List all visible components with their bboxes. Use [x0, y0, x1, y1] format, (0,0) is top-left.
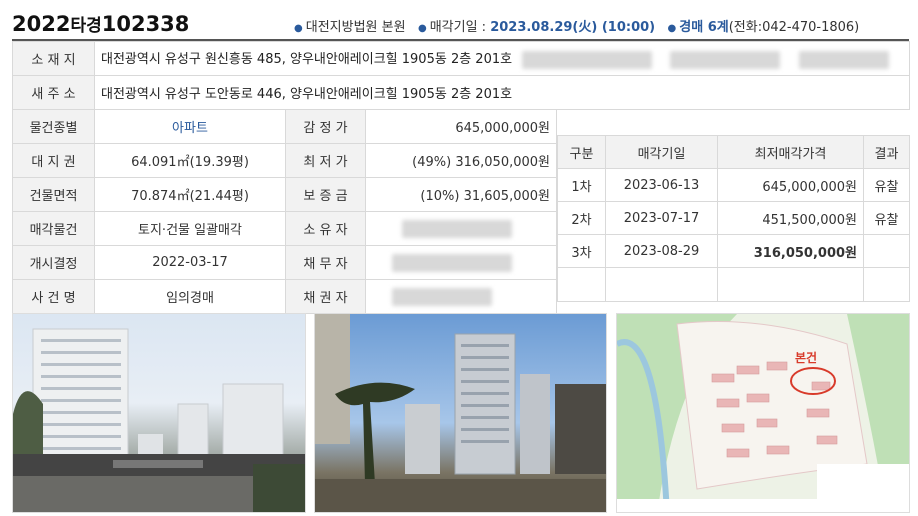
history-row: 2차 2023-07-17 451,500,000원 유찰: [557, 201, 910, 235]
apartment-photo-1-image: [13, 328, 305, 512]
case-year: 2022: [12, 12, 71, 36]
location-value: 대전광역시 유성구 원신흥동 485, 양우내안애레이크힐 1905동 2층 2…: [101, 52, 513, 68]
location-map-image: 본건: [617, 314, 909, 512]
history-price: 645,000,000원: [717, 168, 864, 202]
map-marker-label: 본건: [795, 350, 817, 365]
photo-gallery: 본건: [12, 313, 910, 513]
history-header-result: 결과: [863, 135, 910, 169]
history-price: 451,500,000원: [717, 201, 864, 235]
start-value: 2022-03-17: [94, 245, 286, 280]
case-info: ● 대전지방법원 본원 ● 매각기일 : 2023.08.29(火) (10:00)…: [294, 16, 859, 35]
location-row: 대전광역시 유성구 원신흥동 485, 양우내안애레이크힐 1905동 2층 2…: [93, 41, 911, 76]
history-result: 유찰: [863, 201, 910, 235]
history-header-round: 구분: [557, 135, 606, 169]
sale-history-table: 구분 매각기일 최저매각가격 결과 1차 2023-06-13 645,000,…: [557, 135, 910, 302]
dept-phone: (전화:042-470-1806): [728, 20, 860, 35]
apartment-photo-1[interactable]: [12, 313, 306, 513]
min-price-label: 최 저 가: [285, 143, 366, 178]
sale-date-label: 매각기일 :: [429, 20, 491, 35]
history-date: 2023-07-17: [605, 201, 718, 235]
history-row-current: 3차 2023-08-29 316,050,000원: [557, 234, 910, 268]
history-row: 1차 2023-06-13 645,000,000원 유찰: [557, 168, 910, 202]
location-map[interactable]: 본건: [616, 313, 910, 513]
type-label: 물건종별: [12, 109, 95, 144]
building-value: 70.874㎡(21.44평): [94, 177, 286, 212]
redacted-block: [402, 219, 512, 238]
auction-dept: 경매 6계: [679, 20, 729, 35]
debtor-label: 채 무 자: [285, 245, 366, 280]
owner-value: [365, 211, 557, 246]
history-header-price: 최저매각가격: [717, 135, 864, 169]
creditor-label: 채 권 자: [285, 279, 366, 314]
redacted-block: [392, 287, 492, 306]
sale-item-label: 매각물건: [12, 211, 95, 246]
appraisal-label: 감 정 가: [285, 109, 366, 144]
history-empty-cell: [605, 267, 718, 302]
new-address-value: 대전광역시 유성구 도안동로 446, 양우내안애레이크힐 1905동 2층 2…: [93, 75, 911, 110]
history-empty-cell: [717, 267, 864, 302]
building-label: 건물면적: [12, 177, 95, 212]
redacted-block: [522, 50, 653, 69]
history-header-date: 매각기일: [605, 135, 718, 169]
new-address-label: 새 주 소: [12, 75, 95, 110]
land-value: 64.091㎡(19.39평): [94, 143, 286, 178]
land-label: 대 지 권: [12, 143, 95, 178]
deposit-label: 보 증 금: [285, 177, 366, 212]
apartment-photo-2-image: [315, 314, 606, 512]
court-name: 대전지방법원 본원: [305, 20, 406, 35]
history-empty-cell: [863, 267, 910, 302]
case-name-value: 임의경매: [94, 279, 286, 314]
case-number: 102338: [101, 12, 190, 36]
location-label: 소 재 지: [12, 41, 95, 76]
deposit-value: (10%) 31,605,000원: [365, 177, 557, 212]
sale-date: 2023.08.29(火) (10:00): [490, 20, 656, 35]
history-round: 1차: [557, 168, 606, 202]
history-round: 3차: [557, 234, 606, 268]
history-date: 2023-08-29: [605, 234, 718, 268]
case-number-title: 2022타경102338: [12, 11, 189, 36]
start-label: 개시결정: [12, 245, 95, 280]
case-name-label: 사 건 명: [12, 279, 95, 314]
appraisal-value: 645,000,000원: [365, 109, 557, 144]
history-round: 2차: [557, 201, 606, 235]
type-value[interactable]: 아파트: [94, 109, 286, 144]
redacted-block: [798, 50, 889, 69]
history-price: 316,050,000원: [717, 234, 864, 268]
history-date: 2023-06-13: [605, 168, 718, 202]
bullet-icon: ●: [667, 23, 677, 34]
redacted-block: [670, 50, 781, 69]
apartment-photo-2[interactable]: [314, 313, 607, 513]
history-empty-cell: [557, 267, 606, 302]
case-header: 2022타경102338 ● 대전지방법원 본원 ● 매각기일 : 2023.08.…: [12, 10, 912, 38]
history-result: 유찰: [863, 168, 910, 202]
creditor-value: [365, 279, 557, 314]
min-price-value: (49%) 316,050,000원: [365, 143, 557, 178]
bullet-icon: ●: [417, 23, 427, 34]
debtor-value: [365, 245, 557, 280]
sale-item-value: 토지·건물 일괄매각: [94, 211, 286, 246]
owner-label: 소 유 자: [285, 211, 366, 246]
bullet-icon: ●: [294, 23, 303, 34]
case-type: 타경: [70, 16, 102, 36]
history-result: [863, 234, 910, 268]
redacted-block: [392, 253, 512, 272]
